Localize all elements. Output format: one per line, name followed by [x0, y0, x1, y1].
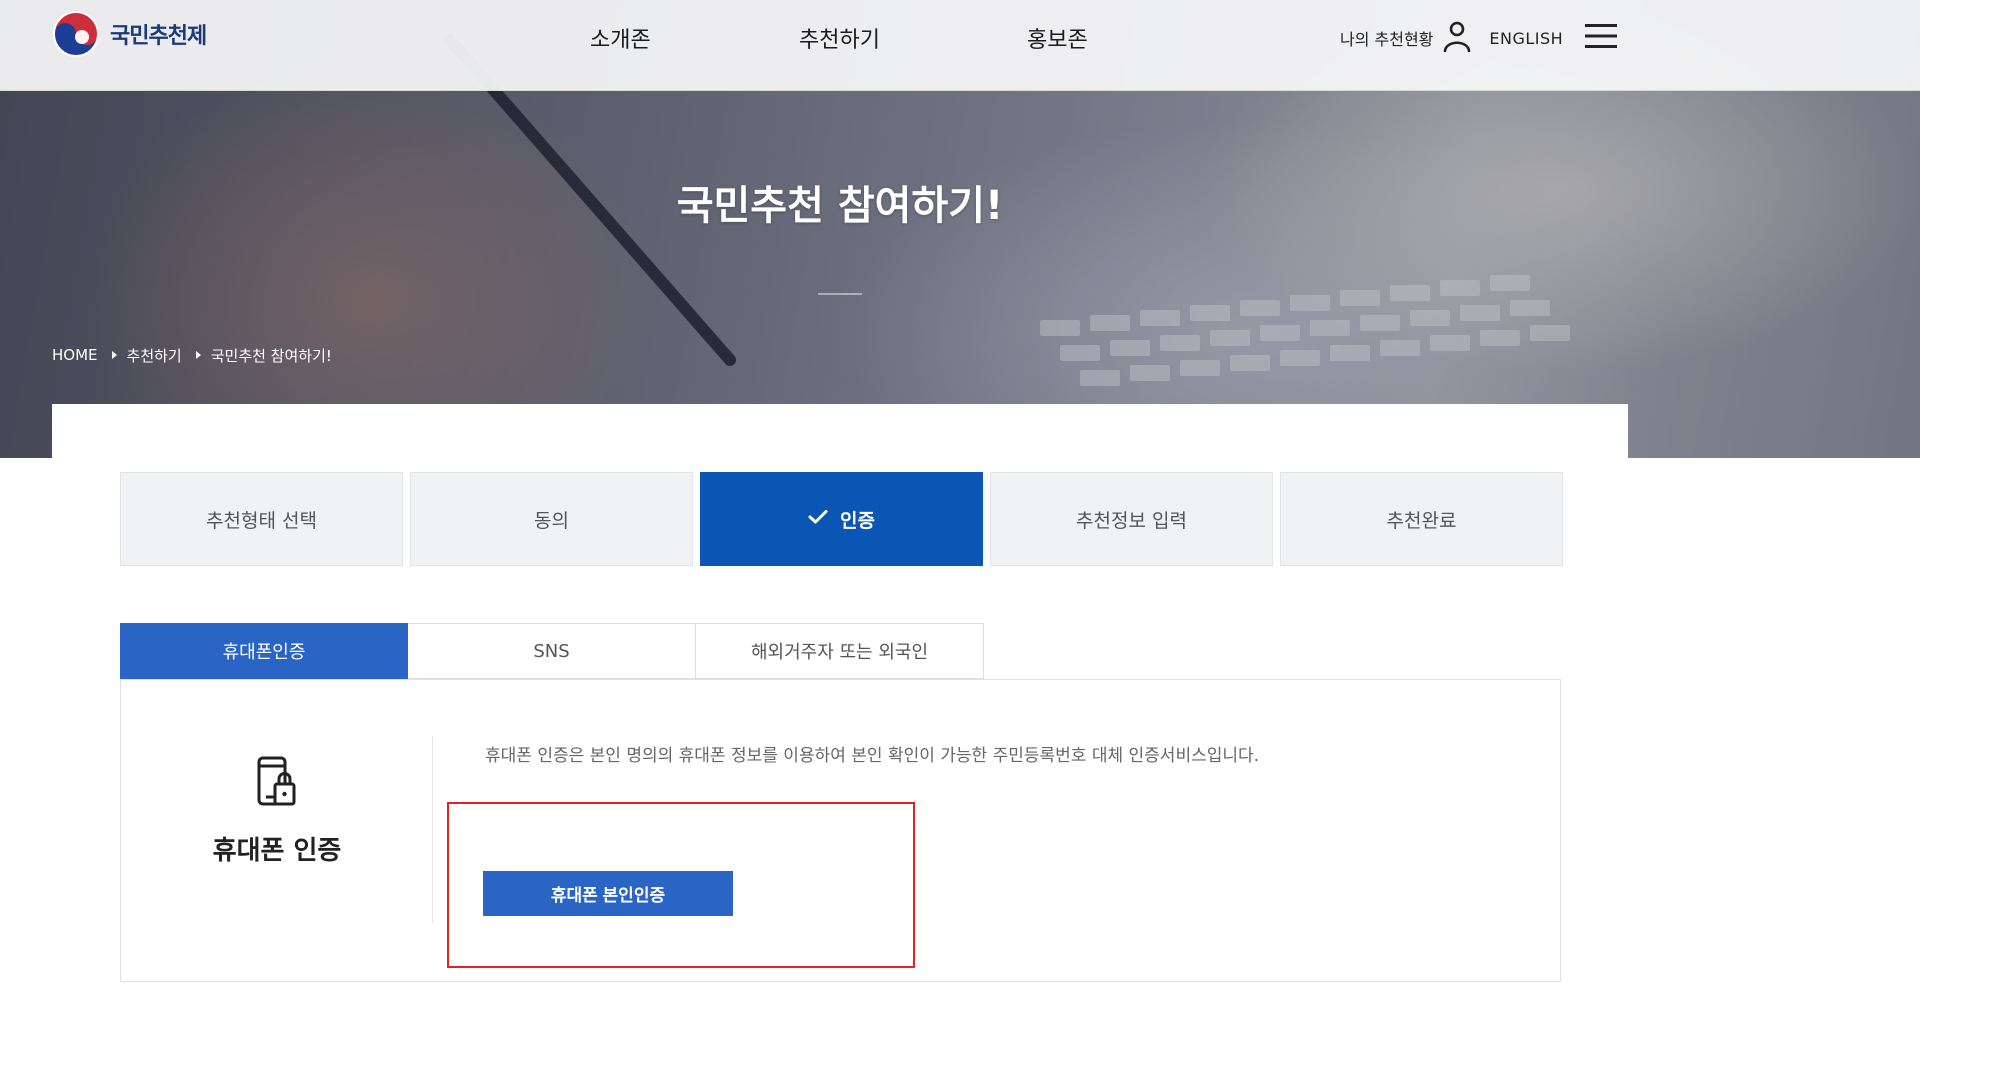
breadcrumb-home[interactable]: HOME [52, 346, 98, 364]
page-title: 국민추천 참여하기! [676, 183, 1004, 229]
main-nav: 소개존 추천하기 홍보존 [0, 22, 1991, 54]
step-label: 추천정보 입력 [1076, 509, 1187, 532]
site-header: 국민추천제 소개존 추천하기 홍보존 나의 추천현황 ENGLISH [0, 0, 1991, 91]
nav-intro[interactable]: 소개존 [590, 22, 651, 54]
tab-sns[interactable]: SNS [408, 623, 696, 679]
hamburger-menu-icon[interactable] [1585, 23, 1618, 53]
user-icon[interactable] [1443, 20, 1471, 56]
auth-method-tabs: 휴대폰인증 SNS 해외거주자 또는 외국인 [120, 623, 984, 679]
panel-title: 휴대폰 인증 [212, 836, 342, 866]
nav-recommend[interactable]: 추천하기 [799, 22, 880, 54]
step-complete: 추천완료 [1280, 472, 1563, 566]
breadcrumb: HOME 추천하기 국민추천 참여하기! [52, 345, 332, 365]
header-edge [1920, 0, 1991, 91]
check-icon [808, 508, 828, 530]
panel-divider [432, 737, 433, 923]
step-label: 인증 [840, 509, 875, 532]
tab-overseas-foreigner[interactable]: 해외거주자 또는 외국인 [696, 623, 984, 679]
phone-auth-panel: 휴대폰 인증 휴대폰 인증은 본인 명의의 휴대폰 정보를 이용하여 본인 확인… [120, 679, 1561, 982]
phone-lock-icon [256, 756, 298, 812]
utility-menu: 나의 추천현황 ENGLISH [1340, 20, 1618, 56]
panel-description: 휴대폰 인증은 본인 명의의 휴대폰 정보를 이용하여 본인 확인이 가능한 주… [485, 746, 1260, 766]
step-label: 추천형태 선택 [206, 509, 317, 532]
title-divider [818, 293, 862, 295]
panel-left: 휴대폰 인증 [121, 680, 433, 981]
breadcrumb-arrow-icon [195, 351, 201, 359]
step-auth: 인증 [700, 472, 983, 566]
breadcrumb-recommend[interactable]: 추천하기 [127, 345, 182, 366]
my-recommend-status-link[interactable]: 나의 추천현황 [1340, 26, 1433, 50]
step-select-type: 추천형태 선택 [120, 472, 403, 566]
tab-phone-auth[interactable]: 휴대폰인증 [120, 623, 408, 679]
viewport: 국민추천 참여하기! HOME 추천하기 국민추천 참여하기! 국민추천제 소개… [0, 0, 1991, 1075]
breadcrumb-arrow-icon [111, 351, 117, 359]
breadcrumb-current: 국민추천 참여하기! [210, 346, 332, 365]
step-agree: 동의 [410, 472, 693, 566]
step-label: 추천완료 [1386, 509, 1457, 532]
step-label: 동의 [534, 509, 569, 532]
nav-promo[interactable]: 홍보존 [1027, 22, 1088, 54]
step-input-info: 추천정보 입력 [990, 472, 1273, 566]
step-progress: 추천형태 선택 동의 인증 추천정보 입력 추천완료 [120, 472, 1563, 566]
english-link[interactable]: ENGLISH [1489, 29, 1563, 48]
phone-auth-button[interactable]: 휴대폰 본인인증 [483, 871, 733, 916]
